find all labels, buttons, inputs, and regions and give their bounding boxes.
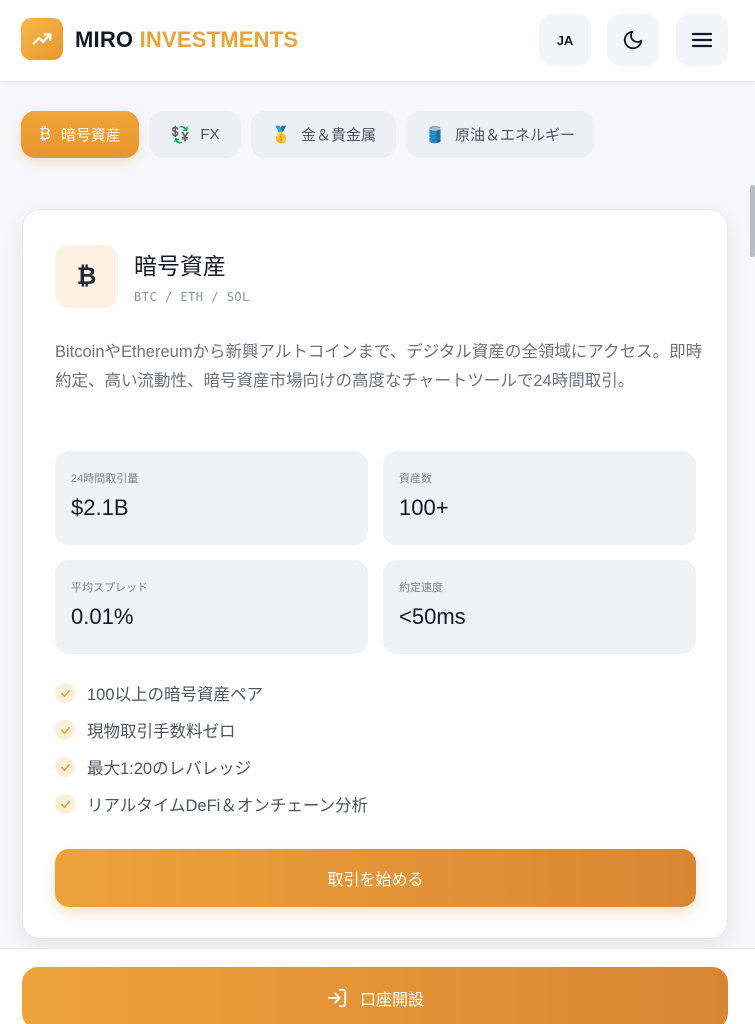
tab-label: FX <box>200 126 220 143</box>
feature-item: 100以上の暗号資産ペア <box>55 682 263 704</box>
moon-icon <box>623 30 643 50</box>
login-icon <box>327 988 347 1008</box>
theme-toggle-button[interactable] <box>607 14 659 66</box>
card-description: BitcoinやEthereumから新興アルトコインまで、デジタル資産の全領域に… <box>55 343 703 390</box>
card-subtitle: BTC / ETH / SOL <box>134 290 250 304</box>
open-account-label: 口座開設 <box>359 992 424 1009</box>
tab-oil-energy[interactable]: 🛢️ 原油＆エネルギー <box>406 111 594 158</box>
feature-item: リアルタイムDeFi＆オンチェーン分析 <box>55 793 368 815</box>
stat-label: 資産数 <box>399 473 432 485</box>
bitcoin-icon: ₿ <box>55 245 118 308</box>
language-button[interactable]: JA <box>539 14 591 66</box>
gold-medal-icon: 🥇 <box>271 126 291 144</box>
card-title: 暗号資産 <box>134 253 226 279</box>
start-trading-button[interactable]: 取引を始める <box>55 849 696 907</box>
stat-box: 資産数 100+ <box>383 451 696 545</box>
feature-item: 現物取引手数料ゼロ <box>55 719 236 741</box>
tab-crypto[interactable]: ₿ 暗号資産 <box>21 111 139 158</box>
stat-value: $2.1B <box>71 495 129 520</box>
stat-value: 0.01% <box>71 604 134 629</box>
tab-label: 暗号資産 <box>60 127 121 144</box>
stat-box: 平均スプレッド 0.01% <box>55 560 368 654</box>
language-label: JA <box>556 32 574 48</box>
open-account-button[interactable]: 口座開設 <box>22 967 728 1024</box>
logo-badge[interactable] <box>21 18 63 60</box>
market-card: ₿ 暗号資産 BTC / ETH / SOL BitcoinやEthereumか… <box>22 209 728 939</box>
stat-box: 約定速度 <50ms <box>383 560 696 654</box>
feature-label: リアルタイムDeFi＆オンチェーン分析 <box>87 797 369 815</box>
bitcoin-icon: ₿ <box>39 125 51 143</box>
feature-label: 現物取引手数料ゼロ <box>87 723 236 741</box>
stat-label: 約定速度 <box>399 582 443 594</box>
check-icon <box>55 794 75 814</box>
tab-gold-metals[interactable]: 🥇 金＆貴金属 <box>251 111 396 158</box>
hamburger-menu-icon <box>691 32 713 48</box>
bottom-action-bar: 口座開設 <box>0 948 755 1024</box>
tab-label: 金＆貴金属 <box>300 127 376 144</box>
brand-name: MIRO INVESTMENTS <box>75 27 298 53</box>
brand-part1: MIRO <box>75 27 134 52</box>
top-header: MIRO INVESTMENTS JA <box>0 0 755 82</box>
stat-value: <50ms <box>399 604 466 629</box>
brand-part2: INVESTMENTS <box>139 27 299 52</box>
feature-label: 100以上の暗号資産ペア <box>87 686 264 704</box>
feature-item: 最大1:20のレバレッジ <box>55 756 251 778</box>
stat-label: 平均スプレッド <box>71 582 148 594</box>
tab-fx[interactable]: 💱 FX <box>149 111 241 158</box>
check-icon <box>55 720 75 740</box>
stat-value: 100+ <box>399 495 449 520</box>
tab-label: 原油＆エネルギー <box>454 127 575 144</box>
oil-drum-icon: 🛢️ <box>425 126 445 144</box>
stat-label: 24時間取引量 <box>71 473 139 485</box>
check-icon <box>55 757 75 777</box>
currency-exchange-icon: 💱 <box>170 126 191 144</box>
page-scrollbar[interactable] <box>750 185 755 257</box>
trending-up-icon <box>32 33 52 45</box>
feature-label: 最大1:20のレバレッジ <box>87 760 252 778</box>
menu-button[interactable] <box>676 14 728 66</box>
check-icon <box>55 683 75 703</box>
cta-label: 取引を始める <box>327 872 424 889</box>
stat-box: 24時間取引量 $2.1B <box>55 451 368 545</box>
